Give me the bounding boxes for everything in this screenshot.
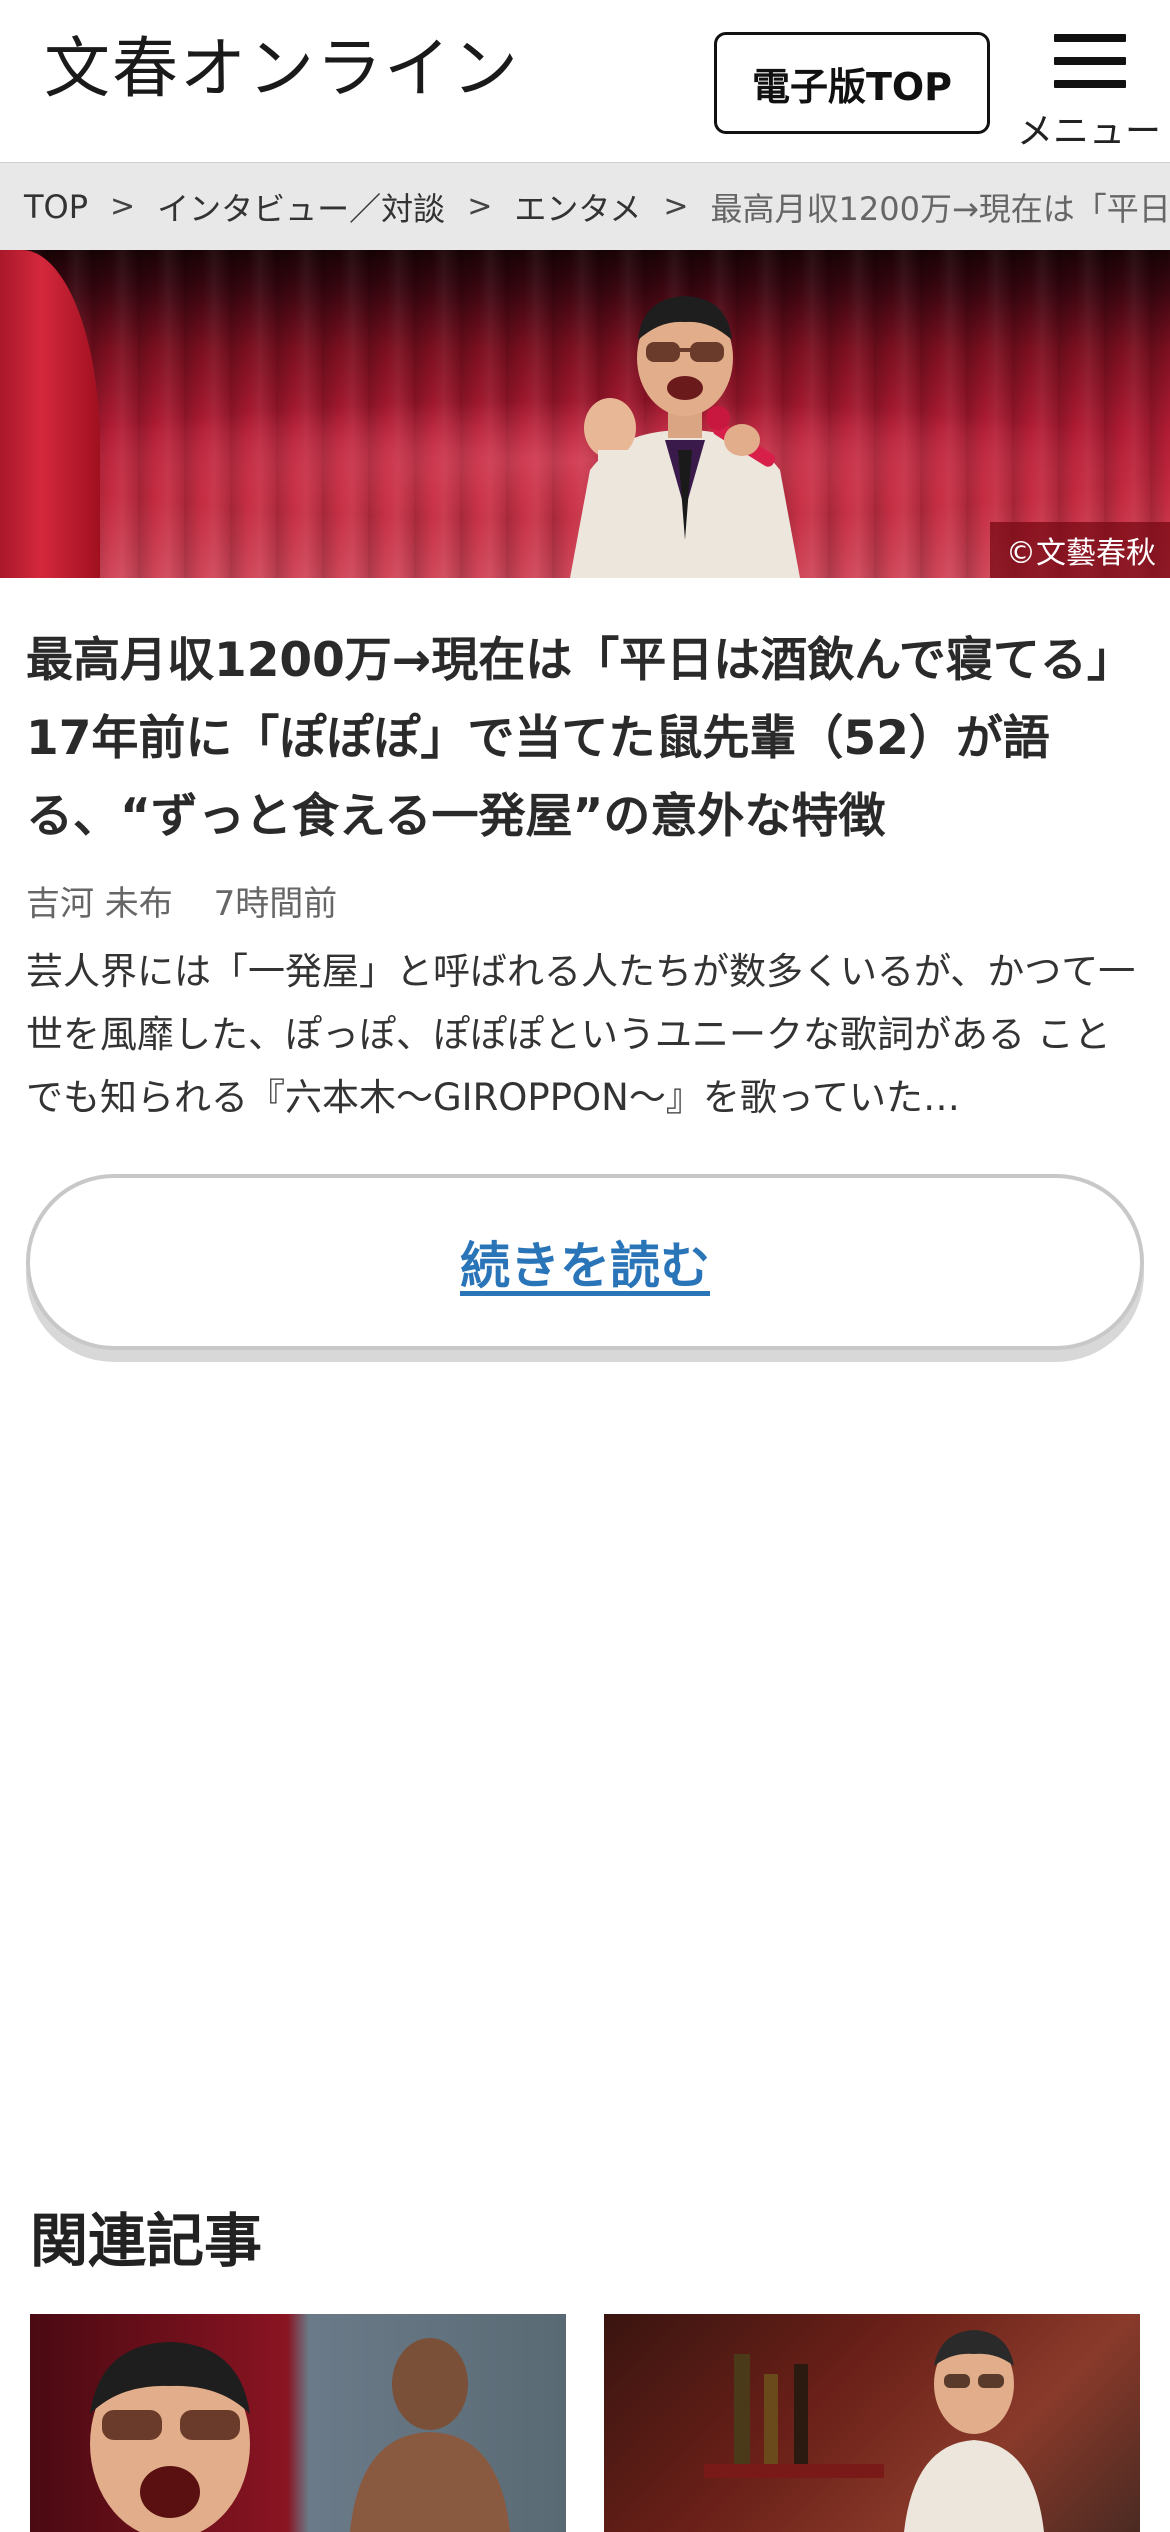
read-more-label: 続きを読む bbox=[460, 1237, 710, 1295]
ebook-top-button[interactable]: 電子版TOP bbox=[714, 32, 990, 134]
breadcrumb-item-top[interactable]: TOP bbox=[24, 188, 88, 226]
photo-credit: ©文藝春秋 bbox=[990, 522, 1170, 578]
article-excerpt: 芸人界には「一発屋」と呼ばれる人たちが数多くいるが、かつて一世を風靡した、ぽっぽ… bbox=[26, 950, 1136, 1119]
menu-label: メニュー bbox=[1016, 111, 1161, 152]
chevron-right-icon: > bbox=[663, 189, 689, 224]
hero-image: ©文藝春秋 bbox=[0, 250, 1170, 578]
breadcrumb-item-interview[interactable]: インタビュー／対談 bbox=[157, 184, 445, 230]
article-title[interactable]: 最高月収1200万→現在は「平日は酒飲んで寝てる」17年前に「ぽぽぽ」で当てた鼠… bbox=[26, 622, 1146, 856]
breadcrumb-item-current: 最高月収1200万→現在は「平日は bbox=[710, 189, 1170, 228]
related-article-thumbnail[interactable] bbox=[604, 2314, 1140, 2532]
article-meta: 吉河 未布 7時間前 bbox=[26, 876, 337, 925]
author-name[interactable]: 吉河 未布 bbox=[26, 884, 173, 924]
chevron-right-icon: > bbox=[110, 189, 136, 224]
hamburger-icon bbox=[1054, 34, 1126, 94]
publish-time: 7時間前 bbox=[213, 884, 338, 924]
related-photo-1 bbox=[90, 2338, 510, 2532]
read-more-button[interactable]: 続きを読む bbox=[26, 1174, 1144, 1350]
related-articles-heading: 関連記事 bbox=[30, 2207, 263, 2275]
menu-button[interactable]: メニュー bbox=[1014, 28, 1164, 152]
related-photo-2 bbox=[704, 2330, 1044, 2532]
chevron-right-icon: > bbox=[467, 189, 493, 224]
site-logo[interactable]: 文春オンライン bbox=[44, 36, 520, 102]
singer-photo bbox=[570, 296, 800, 578]
breadcrumb-item-entertainment[interactable]: エンタメ bbox=[514, 184, 641, 230]
related-article-thumbnail[interactable] bbox=[30, 2314, 566, 2532]
breadcrumb: TOP > インタビュー／対談 > エンタメ > 最高月収1200万→現在は「平… bbox=[0, 162, 1170, 250]
site-header: 文春オンライン 電子版TOP メニュー bbox=[0, 0, 1170, 162]
